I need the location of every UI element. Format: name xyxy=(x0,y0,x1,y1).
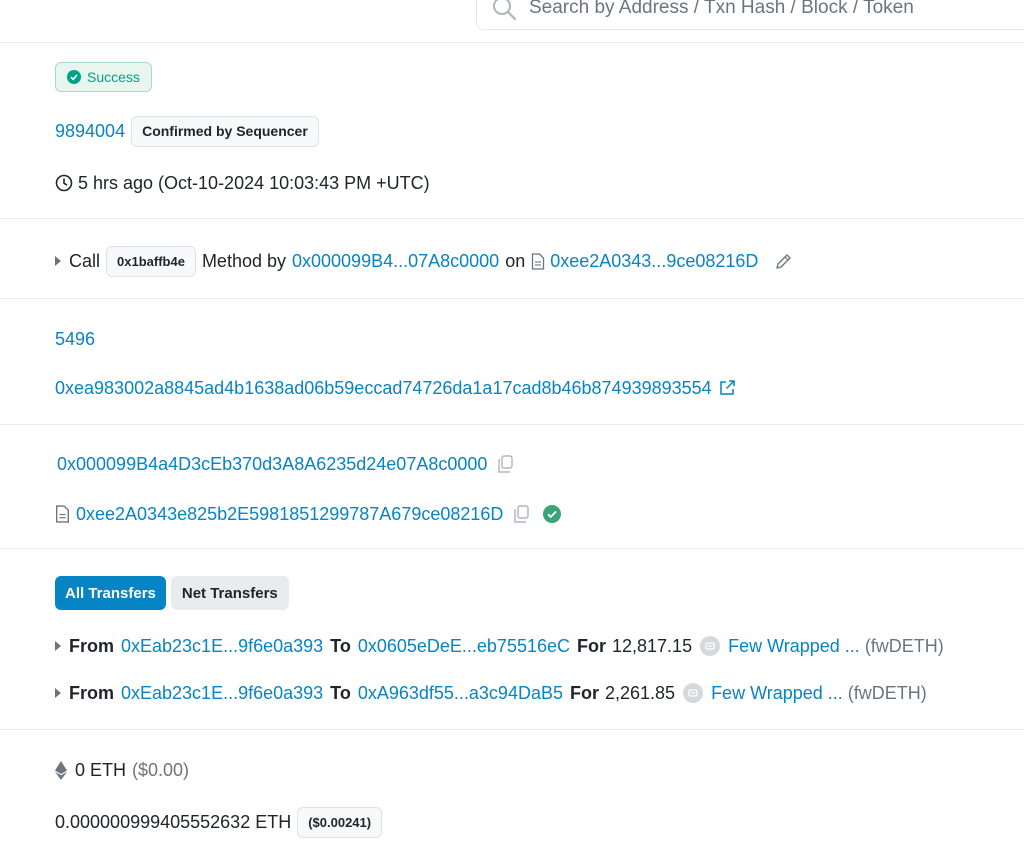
on-label: on xyxy=(505,250,526,271)
token-name-link[interactable]: Few Wrapped ... xyxy=(711,683,843,704)
method-by-label: Method by xyxy=(201,250,286,271)
divider xyxy=(0,729,1024,730)
from-label: From xyxy=(69,635,114,656)
call-label: Call xyxy=(69,250,101,271)
divider xyxy=(0,298,1024,299)
token-symbol: (fwDETH) xyxy=(847,682,927,703)
to-label: To xyxy=(330,635,351,656)
divider xyxy=(0,548,1024,549)
external-link-icon[interactable] xyxy=(718,379,736,397)
transfer-row: From 0xEab23c1E...9f6e0a393 To 0x0605eDe… xyxy=(55,632,944,660)
token-symbol: (fwDETH) xyxy=(864,635,944,656)
to-label: To xyxy=(330,682,351,703)
check-icon xyxy=(67,70,81,84)
caret-right-icon[interactable] xyxy=(55,641,61,651)
to-contract-link[interactable]: 0xee2A0343...9ce08216D xyxy=(550,251,758,272)
transfer-amount: 2,261.85 xyxy=(604,682,676,703)
for-label: For xyxy=(569,682,599,703)
fee-usd-badge: ($0.00241) xyxy=(297,806,383,838)
document-icon xyxy=(55,505,70,523)
ethereum-icon xyxy=(55,760,67,780)
method-from-address-link[interactable]: 0x000099B4...07A8c0000 xyxy=(292,251,499,272)
token-icon xyxy=(700,636,721,656)
transfer-to-link[interactable]: 0x0605eDeE...eb75516eC xyxy=(358,636,570,657)
transfer-from-link[interactable]: 0xEab23c1E...9f6e0a393 xyxy=(121,683,323,704)
token-name-link[interactable]: Few Wrapped ... xyxy=(728,636,860,657)
batch-index-link[interactable]: 5496 xyxy=(55,329,95,350)
copy-icon[interactable] xyxy=(497,455,514,473)
transfer-row: From 0xEab23c1E...9f6e0a393 To 0xA963df5… xyxy=(55,679,927,707)
copy-icon[interactable] xyxy=(513,505,530,523)
confirmation-badge: Confirmed by Sequencer xyxy=(131,115,319,147)
status-label: Success xyxy=(87,69,140,85)
verified-check-icon xyxy=(543,505,562,523)
clock-icon xyxy=(55,174,73,192)
status-badge: Success xyxy=(55,62,152,92)
document-icon xyxy=(531,252,545,270)
transfer-to-link[interactable]: 0xA963df55...a3c94DaB5 xyxy=(358,683,563,704)
all-transfers-tab[interactable]: All Transfers xyxy=(55,576,166,610)
timestamp-text: 5 hrs ago (Oct-10-2024 10:03:43 PM +UTC) xyxy=(78,172,430,193)
transfer-amount: 12,817.15 xyxy=(612,635,693,656)
pencil-icon[interactable] xyxy=(774,251,794,271)
value-usd: ($0.00) xyxy=(132,759,190,780)
divider xyxy=(0,218,1024,219)
fee-eth: 0.000000999405552632 ETH xyxy=(55,811,292,832)
caret-right-icon[interactable] xyxy=(55,256,61,266)
block-number-link[interactable]: 9894004 xyxy=(55,121,125,142)
divider xyxy=(0,424,1024,425)
divider xyxy=(0,42,1024,43)
search-input[interactable] xyxy=(527,0,991,20)
method-id-badge: 0x1baffb4e xyxy=(106,245,196,277)
token-icon xyxy=(683,683,704,703)
net-transfers-tab[interactable]: Net Transfers xyxy=(170,576,289,610)
from-label: From xyxy=(69,682,114,703)
to-contract-address-link[interactable]: 0xee2A0343e825b2E5981851299787A679ce0821… xyxy=(76,504,503,525)
from-address-link[interactable]: 0x000099B4a4D3cEb370d3A8A6235d24e07A8c00… xyxy=(57,454,487,475)
value-eth: 0 ETH xyxy=(75,759,127,780)
l1-hash-link[interactable]: 0xea983002a8845ad4b1638ad06b59eccad74726… xyxy=(55,378,712,399)
for-label: For xyxy=(577,635,606,656)
search-box[interactable] xyxy=(476,0,1024,30)
transfer-from-link[interactable]: 0xEab23c1E...9f6e0a393 xyxy=(121,636,323,657)
caret-right-icon[interactable] xyxy=(55,688,61,698)
search-icon xyxy=(491,0,519,22)
